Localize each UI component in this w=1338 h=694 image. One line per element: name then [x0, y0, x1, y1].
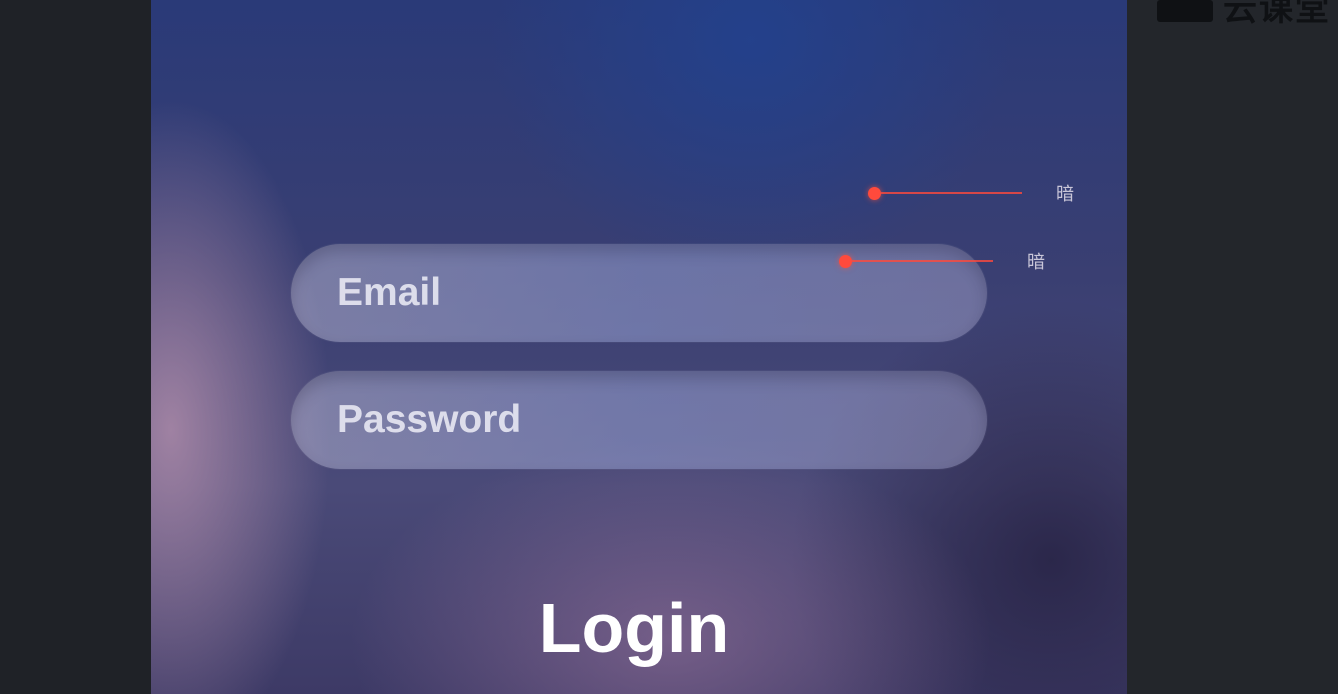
marker-line — [881, 192, 1022, 194]
marker-dot-icon — [839, 254, 852, 268]
brand-text: 云课堂 — [1223, 0, 1331, 28]
login-button[interactable]: Login — [151, 588, 1117, 668]
annotation-text: 暗 — [1027, 252, 1045, 273]
annotation-marker: 暗 — [839, 248, 1045, 274]
annotation-marker: 暗 — [868, 180, 1074, 206]
password-field[interactable]: Password — [291, 371, 987, 469]
screen: 云课堂 暗 Email 暗 Password Login — [0, 0, 1338, 694]
right-panel — [1127, 0, 1338, 694]
email-placeholder: Email — [337, 271, 442, 314]
brand-logo: 云课堂 — [1157, 0, 1331, 28]
annotation-text: 暗 — [1056, 184, 1074, 205]
password-placeholder: Password — [337, 398, 522, 441]
chat-icon — [1157, 0, 1213, 22]
marker-dot-icon — [868, 186, 881, 200]
marker-line — [852, 260, 993, 262]
login-screen: 暗 Email 暗 Password Login — [151, 0, 1127, 694]
